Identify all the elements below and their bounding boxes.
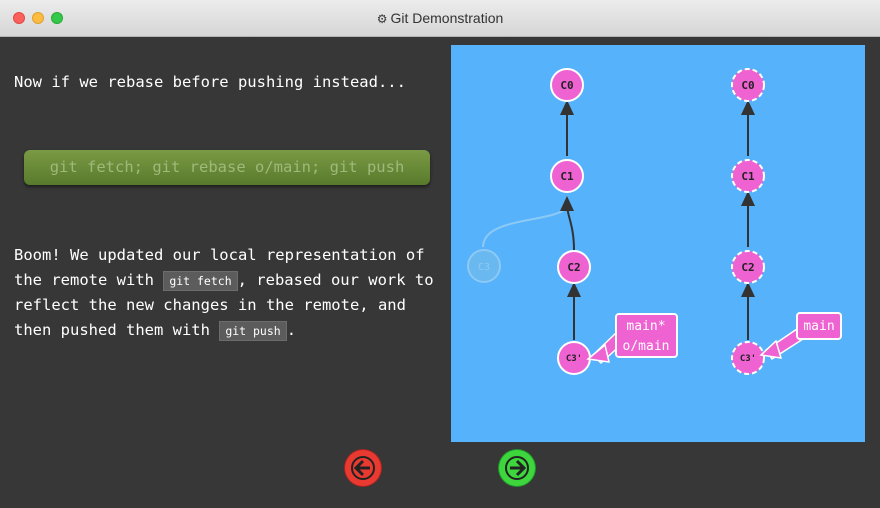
local-commit-c1: C1 [550, 159, 584, 193]
back-button[interactable] [345, 450, 381, 486]
commit-label: C1 [560, 170, 574, 183]
forward-button[interactable] [499, 450, 535, 486]
orphan-edge [482, 207, 568, 248]
remote-branch-tag: main [759, 312, 842, 361]
commit-label: C1 [741, 170, 755, 183]
command-button[interactable]: git fetch; git rebase o/main; git push [24, 150, 430, 185]
commit-label: C3' [740, 354, 756, 364]
result-text: Boom! We updated our local representatio… [14, 243, 444, 343]
arrowhead-c1 [560, 196, 574, 211]
app-window: ⚙ Git Demonstration Now if we rebase befo… [0, 0, 880, 508]
arrow-right-icon [505, 456, 529, 480]
commit-label: C3 [478, 262, 490, 273]
git-visualization: C0 C1 C2 C3' C3 C0 C1 C2 C3' main* o/mai… [451, 45, 865, 442]
remote-arrowhead-c0 [741, 100, 755, 115]
branch-label-origin-main: o/main [623, 339, 670, 354]
remote-commit-c0: C0 [731, 68, 765, 102]
remote-arrowhead-c2 [741, 282, 755, 297]
commit-label: C0 [560, 79, 573, 92]
remote-commit-c2: C2 [731, 250, 765, 284]
arrow-left-icon [351, 456, 375, 480]
branch-pointer-head [586, 343, 610, 363]
result-text-part3: . [286, 320, 297, 339]
local-branch-tag: main* o/main [586, 313, 678, 365]
commit-label: C2 [741, 261, 754, 274]
title-bar: ⚙ Git Demonstration [0, 0, 880, 37]
git-push-code: git push [219, 320, 287, 341]
arrowhead-c2 [567, 282, 581, 297]
edge-c2-c1 [566, 204, 575, 251]
local-commit-c2: C2 [557, 250, 591, 284]
remote-commit-c3-prime: C3' [731, 341, 765, 375]
window-title-text: Git Demonstration [390, 10, 504, 26]
window-title: ⚙ Git Demonstration [0, 10, 880, 26]
orphan-commit-c3: C3 [467, 249, 501, 283]
commit-label: C2 [567, 261, 580, 274]
gear-icon: ⚙ [376, 12, 388, 26]
commit-label: C0 [741, 79, 754, 92]
git-fetch-code: git fetch [163, 270, 238, 291]
intro-text: Now if we rebase before pushing instead.… [14, 73, 406, 91]
arrowhead-c0 [560, 100, 574, 115]
remote-branch-label: main [803, 319, 834, 334]
remote-commit-c1: C1 [731, 159, 765, 193]
local-commit-c0: C0 [550, 68, 584, 102]
local-commit-c3-prime: C3' [557, 341, 591, 375]
remote-arrowhead-c1 [741, 191, 755, 206]
git-graph: C0 C1 C2 C3' C3 C0 C1 C2 C3' main* o/mai… [467, 68, 842, 375]
branch-label-main: main* [626, 319, 665, 334]
commit-label: C3' [566, 354, 582, 364]
lesson-panel: Now if we rebase before pushing instead.… [0, 37, 450, 508]
